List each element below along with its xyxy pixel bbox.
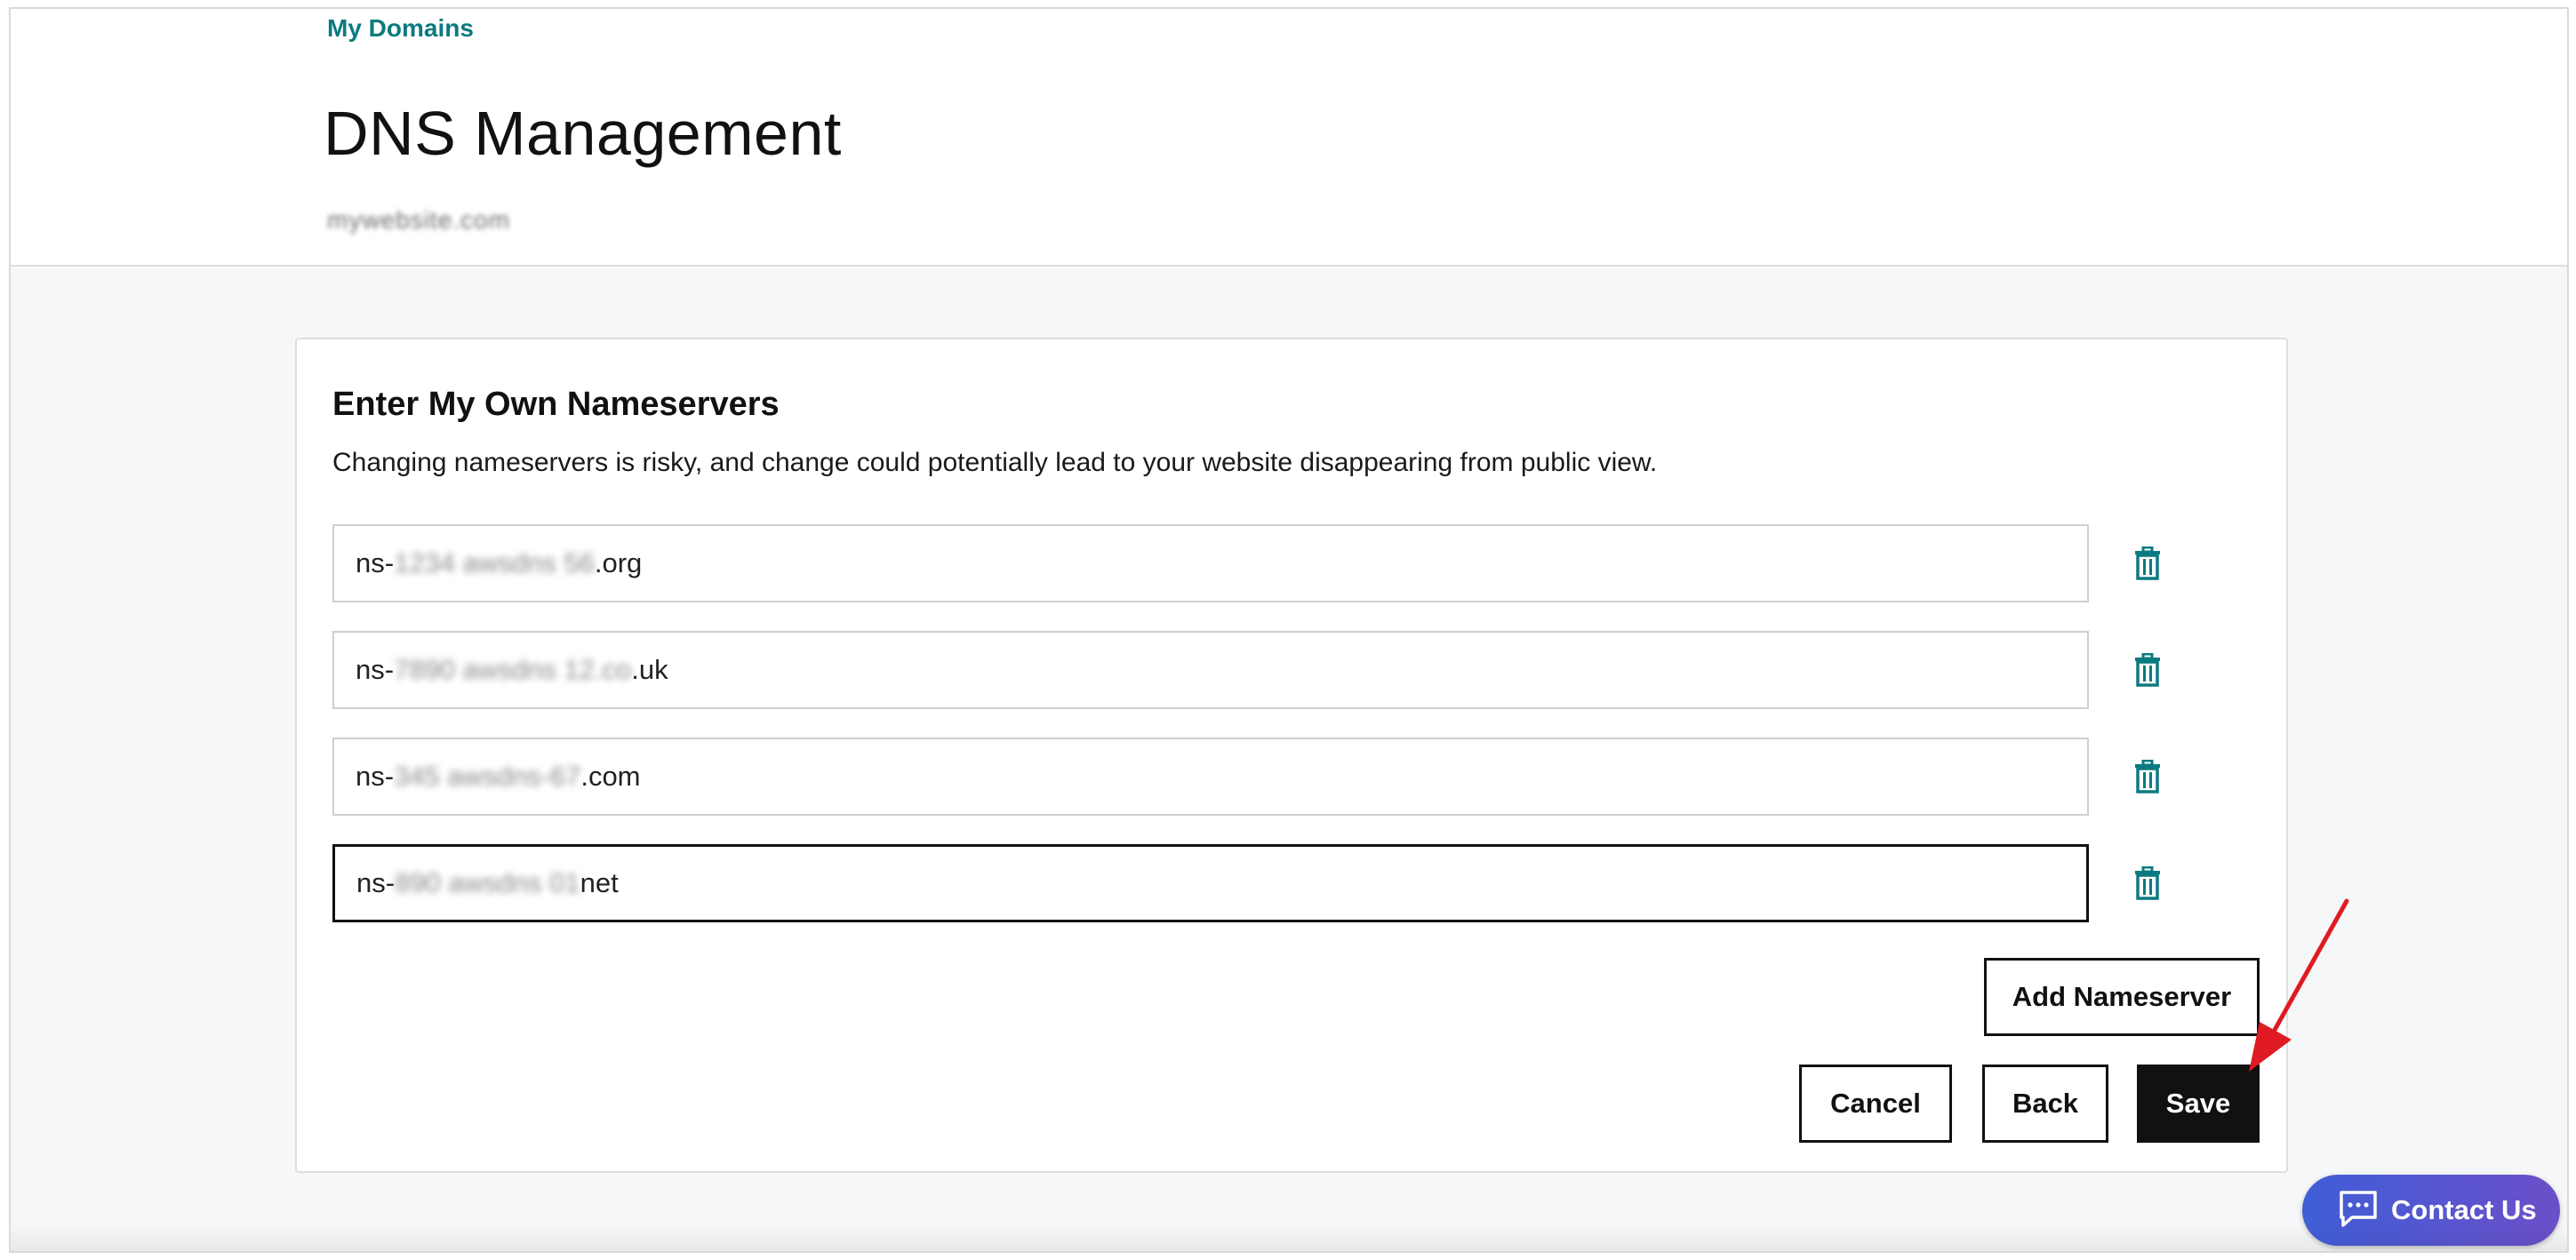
nameserver-hidden: 345 awsdns-67: [394, 761, 581, 792]
nameserver-row: ns- 890 awsdns 01 net: [332, 844, 2199, 924]
viewport-bottom-shadow: [11, 1224, 2567, 1251]
nameserver-suffix: net: [580, 867, 619, 898]
breadcrumb-my-domains[interactable]: My Domains: [327, 14, 474, 43]
back-button[interactable]: Back: [1982, 1065, 2108, 1143]
nameserver-input-3[interactable]: ns- 345 awsdns-67 .com: [332, 738, 2089, 816]
card-description: Changing nameservers is risky, and chang…: [332, 448, 1658, 477]
nameserver-suffix: .com: [580, 761, 641, 792]
trash-icon[interactable]: [2126, 649, 2169, 691]
cancel-button[interactable]: Cancel: [1799, 1065, 1952, 1143]
nameserver-suffix: .uk: [631, 654, 668, 685]
nameserver-prefix: ns-: [356, 867, 396, 898]
browser-viewport: My Domains DNS Management mywebsite.com …: [9, 7, 2569, 1253]
nameserver-row: ns- 7890 awsdns 12.co .uk: [332, 631, 2199, 711]
trash-icon[interactable]: [2126, 862, 2169, 905]
nameserver-row: ns- 345 awsdns-67 .com: [332, 738, 2199, 817]
nameserver-hidden: 7890 awsdns 12.co: [394, 654, 632, 685]
nameserver-input-4[interactable]: ns- 890 awsdns 01 net: [332, 844, 2089, 922]
nameserver-prefix: ns-: [356, 547, 395, 578]
contact-us-label: Contact Us: [2391, 1194, 2537, 1225]
trash-icon[interactable]: [2126, 542, 2169, 585]
page-title: DNS Management: [324, 99, 842, 168]
add-nameserver-button[interactable]: Add Nameserver: [1984, 958, 2260, 1036]
nameserver-input-1[interactable]: ns- 1234 awsdns 56 .org: [332, 524, 2089, 602]
nameserver-hidden: 890 awsdns 01: [395, 867, 580, 898]
card-title: Enter My Own Nameservers: [332, 386, 780, 423]
domain-name: mywebsite.com: [327, 206, 510, 234]
page-header: My Domains DNS Management mywebsite.com: [11, 9, 2567, 267]
nameservers-card: Enter My Own Nameservers Changing namese…: [295, 338, 2288, 1173]
nameserver-suffix: .org: [594, 547, 643, 578]
nameserver-hidden: 1234 awsdns 56: [394, 547, 595, 578]
trash-icon[interactable]: [2126, 755, 2169, 798]
nameserver-row: ns- 1234 awsdns 56 .org: [332, 524, 2199, 604]
nameserver-prefix: ns-: [356, 654, 395, 685]
nameserver-input-2[interactable]: ns- 7890 awsdns 12.co .uk: [332, 631, 2089, 709]
nameserver-prefix: ns-: [356, 761, 395, 792]
save-button[interactable]: Save: [2137, 1065, 2260, 1143]
